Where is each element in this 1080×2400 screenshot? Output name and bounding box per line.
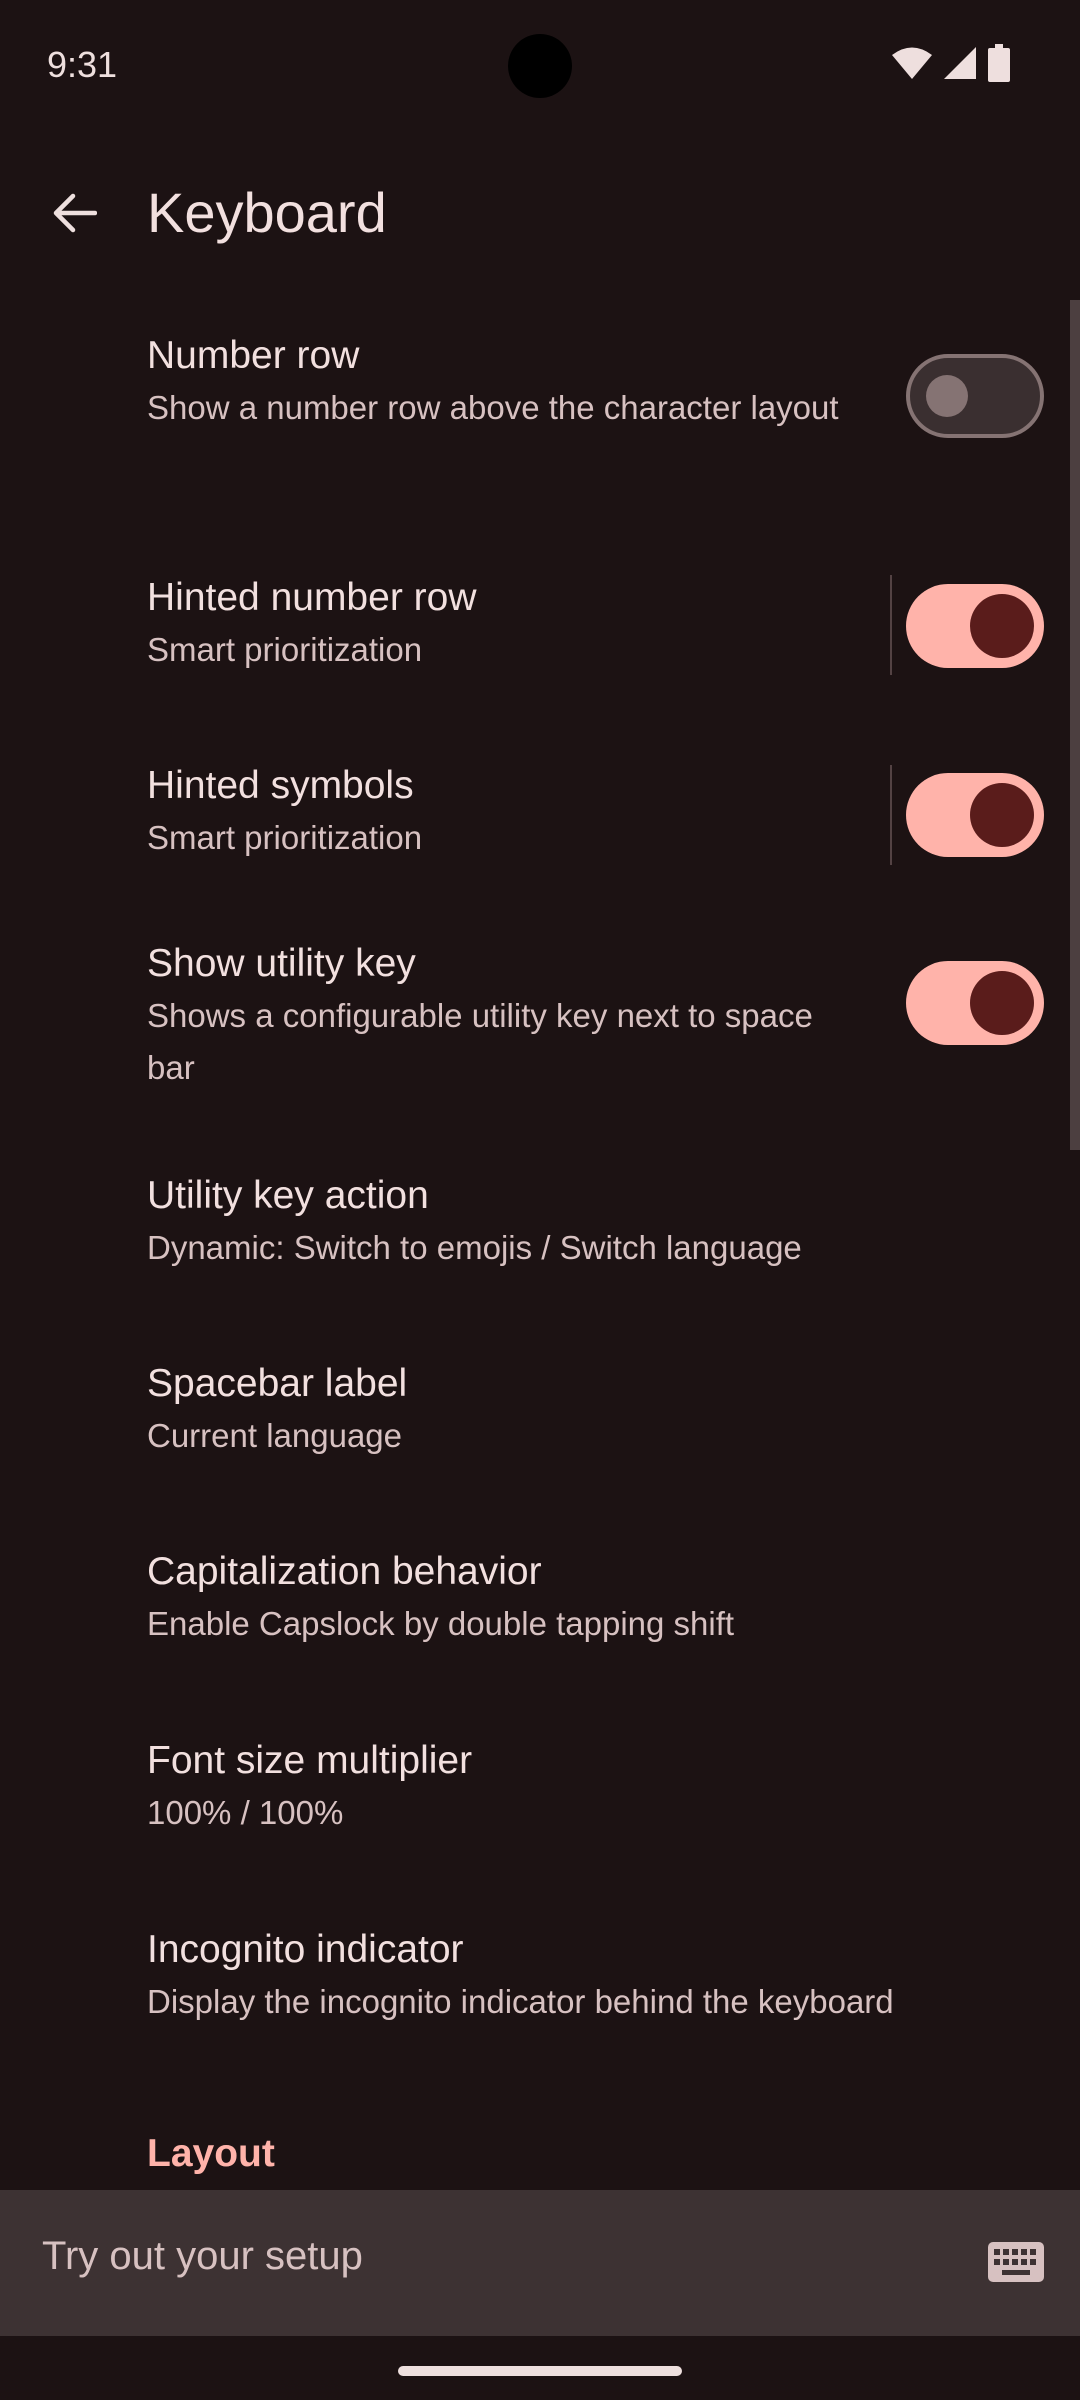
setting-subtitle: Current language [147,1417,403,1454]
setting-incognito-indicator[interactable]: Incognito indicator Display the incognit… [0,1886,1080,2076]
toggle-knob [970,783,1034,847]
setting-text: Utility key action Dynamic: Switch to em… [147,1170,802,1274]
setting-text: Hinted symbols Smart prioritization [147,760,422,864]
setting-title: Hinted number row [147,576,477,619]
top-app-bar: Keyboard [0,170,1080,260]
divider [890,575,892,675]
hinted-symbols-toggle[interactable] [906,773,1044,857]
setting-text: Incognito indicator Display the incognit… [147,1924,894,2028]
setting-title: Font size multiplier [147,1739,473,1782]
toggle-knob [926,375,968,417]
status-icons [892,44,1010,82]
setting-title: Capitalization behavior [147,1550,542,1593]
setting-text: Hinted number row Smart prioritization [147,572,476,676]
setting-utility-key-action[interactable]: Utility key action Dynamic: Switch to em… [0,1130,1080,1320]
setting-title: Show utility key [147,942,416,985]
setting-subtitle: Smart prioritization [147,631,423,668]
setting-title: Hinted symbols [147,764,414,807]
setting-hinted-symbols[interactable]: Hinted symbols Smart prioritization [0,720,1080,900]
arrow-back-icon [53,193,98,238]
toggle-knob [970,971,1034,1035]
cellular-signal-icon [944,47,976,79]
setting-text: Spacebar label Current language [147,1358,407,1462]
status-bar: 9:31 [0,0,1080,130]
wifi-icon [892,46,932,80]
setting-number-row[interactable]: Number row Show a number row above the c… [0,300,1080,530]
tryout-bar [0,2190,1080,2336]
tryout-input[interactable] [42,2234,942,2279]
keyboard-icon[interactable] [988,2242,1044,2287]
setting-subtitle: Enable Capslock by double tapping shift [147,1605,735,1642]
setting-subtitle: 100% / 100% [147,1794,344,1831]
divider [890,765,892,865]
section-header-layout: Layout [147,2132,275,2175]
settings-screen: 9:31 Keyboard Number row Show a number r… [0,0,1080,2400]
status-time: 9:31 [47,44,118,85]
camera-cutout [508,34,572,98]
setting-text: Capitalization behavior Enable Capslock … [147,1546,734,1650]
setting-font-size-multiplier[interactable]: Font size multiplier 100% / 100% [0,1698,1080,1886]
setting-capitalization-behavior[interactable]: Capitalization behavior Enable Capslock … [0,1508,1080,1698]
setting-title: Utility key action [147,1174,429,1217]
battery-icon [988,44,1010,82]
setting-text: Number row Show a number row above the c… [147,330,847,434]
setting-title: Number row [147,334,360,377]
number-row-toggle[interactable] [906,354,1044,438]
page-title: Keyboard [147,181,387,244]
setting-subtitle: Smart prioritization [147,819,423,856]
setting-title: Spacebar label [147,1362,408,1405]
back-button[interactable] [36,176,114,254]
setting-subtitle: Dynamic: Switch to emojis / Switch langu… [147,1229,802,1266]
setting-title: Incognito indicator [147,1928,464,1971]
setting-spacebar-label[interactable]: Spacebar label Current language [0,1320,1080,1508]
setting-text: Font size multiplier 100% / 100% [147,1735,472,1839]
show-utility-key-toggle[interactable] [906,961,1044,1045]
setting-subtitle: Show a number row above the character la… [147,389,839,426]
hinted-number-row-toggle[interactable] [906,584,1044,668]
setting-subtitle: Shows a configurable utility key next to… [147,997,813,1086]
setting-hinted-number-row[interactable]: Hinted number row Smart prioritization [0,530,1080,720]
setting-subtitle: Display the incognito indicator behind t… [147,1983,894,2020]
toggle-knob [970,594,1034,658]
setting-show-utility-key[interactable]: Show utility key Shows a configurable ut… [0,900,1080,1130]
setting-text: Show utility key Shows a configurable ut… [147,938,847,1094]
gesture-nav-handle[interactable] [398,2366,682,2376]
